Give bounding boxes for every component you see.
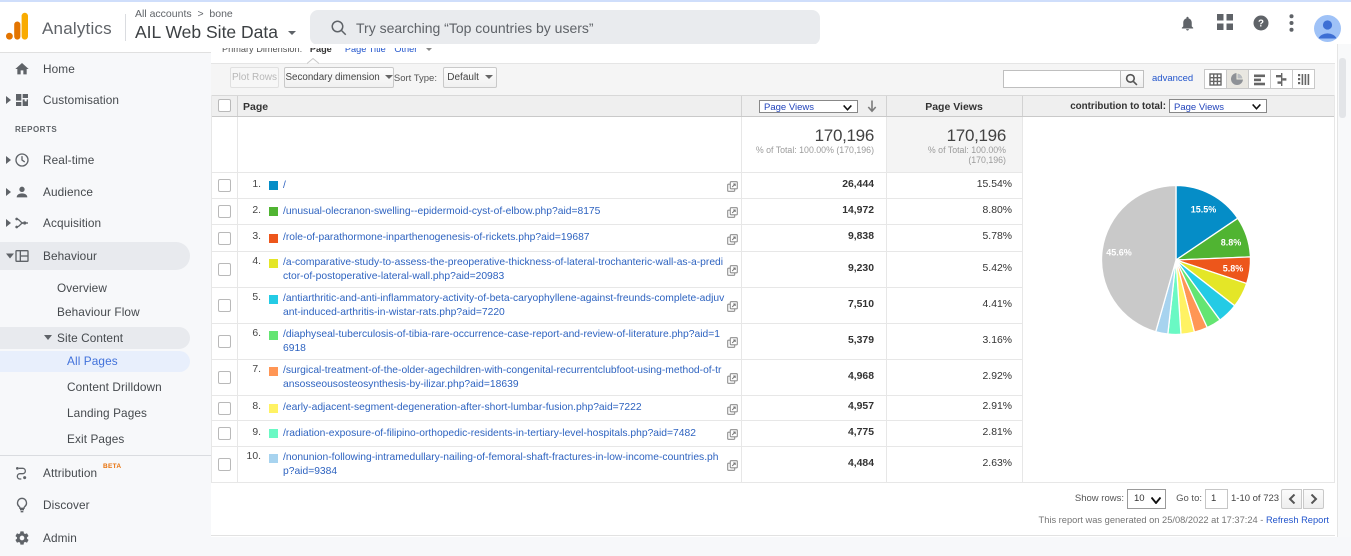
svg-text:5.8%: 5.8% [1223, 264, 1244, 274]
svg-text:15.5%: 15.5% [1191, 205, 1217, 215]
svg-text:45.6%: 45.6% [1106, 248, 1132, 258]
svg-text:?: ? [1258, 18, 1264, 29]
svg-text:8.8%: 8.8% [1221, 238, 1242, 248]
